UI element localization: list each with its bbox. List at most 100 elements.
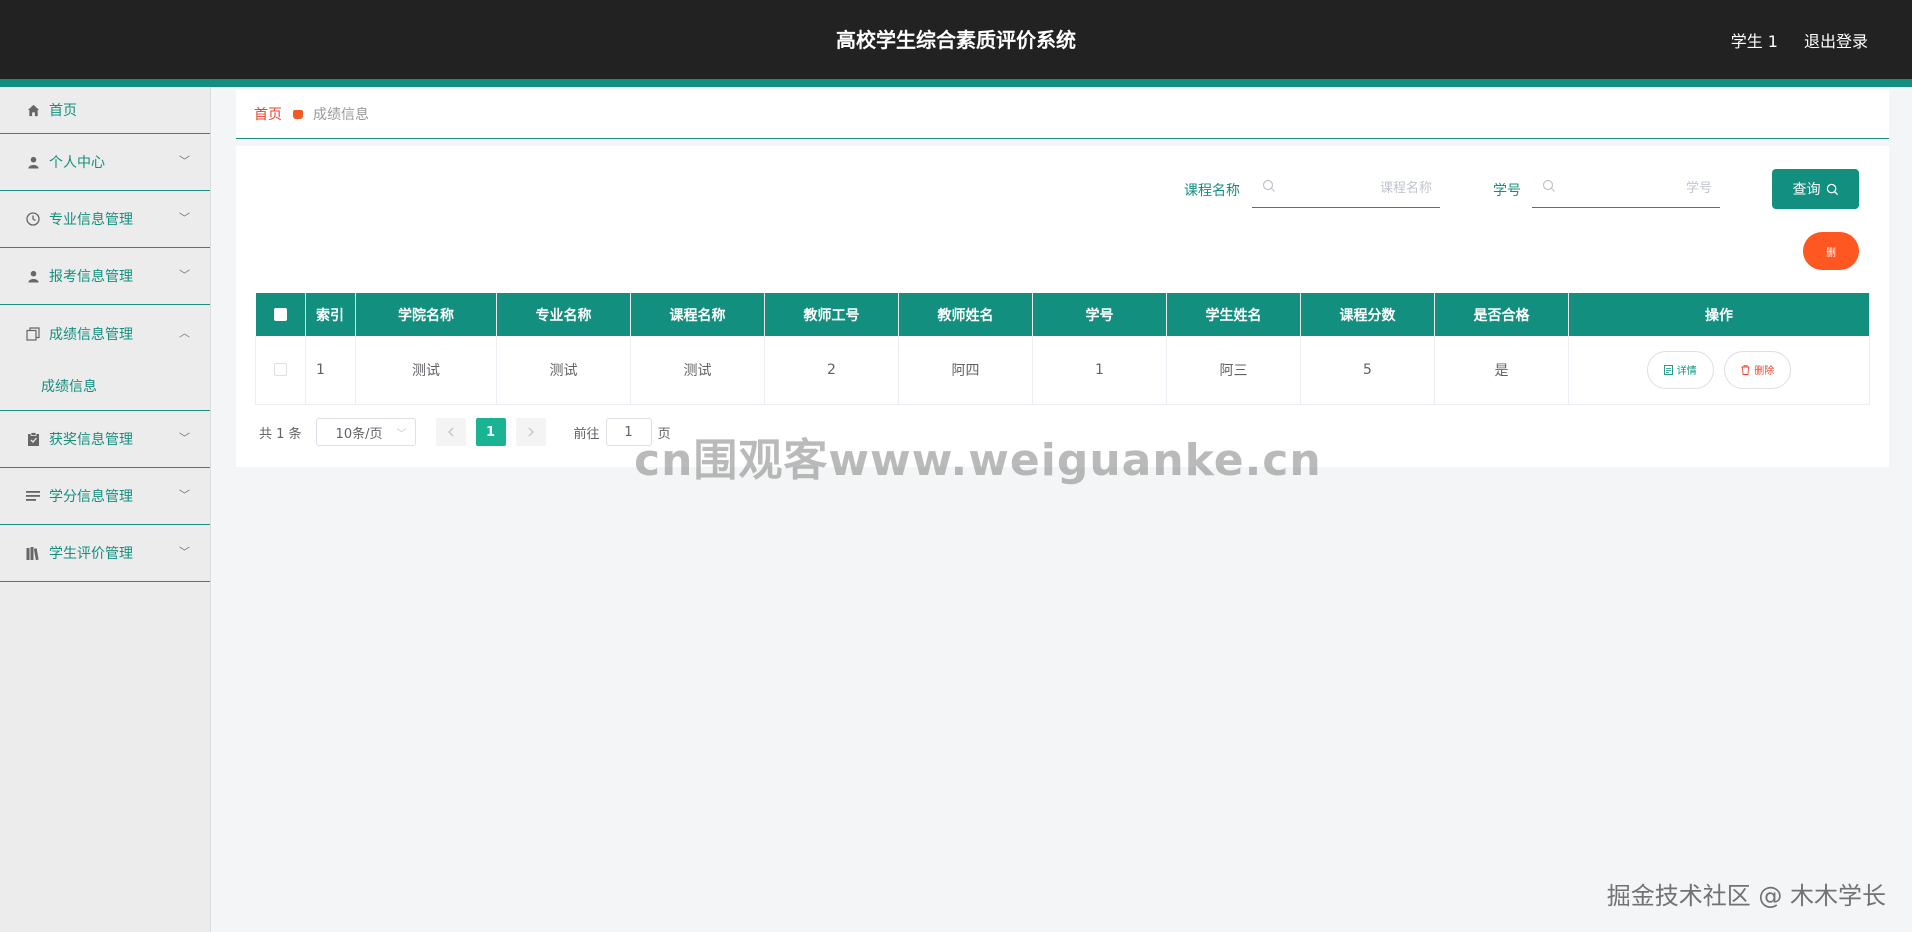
current-user-label: 学生 1 bbox=[1730, 32, 1778, 51]
cell-index: 1 bbox=[305, 336, 356, 405]
user-icon bbox=[26, 269, 40, 283]
sidebar-item-label: 学分信息管理 bbox=[49, 489, 133, 505]
chevron-up-icon: ︿ bbox=[179, 325, 190, 339]
trash-icon bbox=[1741, 365, 1750, 375]
top-header: 高校学生综合素质评价系统 学生 1 退出登录 bbox=[0, 0, 1912, 79]
next-page-button[interactable] bbox=[515, 418, 546, 446]
search-icon bbox=[1826, 183, 1838, 195]
sidebar-item-personal-center[interactable]: 个人中心 ﹀ bbox=[0, 134, 210, 191]
page-size-select[interactable]: 10条/页 ﹀ bbox=[315, 418, 416, 446]
cell-major: 测试 bbox=[496, 336, 631, 405]
column-header: 学号 bbox=[1032, 293, 1167, 336]
student-no-search-box bbox=[1532, 168, 1720, 208]
corner-watermark-text: 掘金技术社区 @ 木木学长 bbox=[1606, 882, 1886, 910]
cell-student-name: 阿三 bbox=[1166, 336, 1301, 405]
page-suffix: 页 bbox=[657, 426, 671, 442]
chevron-down-icon: ﹀ bbox=[179, 431, 190, 445]
home-icon bbox=[26, 103, 40, 117]
goto-page-input[interactable] bbox=[605, 418, 652, 446]
cell-course: 测试 bbox=[630, 336, 765, 405]
detail-button[interactable]: 详情 bbox=[1646, 350, 1714, 389]
student-no-label: 学号 bbox=[1493, 183, 1521, 199]
course-name-search-box bbox=[1252, 168, 1440, 208]
sidebar-item-home[interactable]: 首页 bbox=[0, 87, 210, 134]
breadcrumb-home-link[interactable]: 首页 bbox=[254, 104, 282, 124]
logout-link[interactable]: 退出登录 bbox=[1804, 28, 1868, 52]
cell-teacher-id: 2 bbox=[764, 336, 899, 405]
pagination-total: 共 1 条 bbox=[259, 426, 302, 442]
chevron-down-icon: ﹀ bbox=[179, 488, 190, 502]
sidebar-item-grade-info[interactable]: 成绩信息管理 ︿ bbox=[0, 305, 210, 362]
delete-button-label: 删除 bbox=[1754, 366, 1775, 378]
cell-teacher-name: 阿四 bbox=[898, 336, 1033, 405]
query-button-label: 查询 bbox=[1792, 182, 1821, 198]
chevron-down-icon: ﹀ bbox=[179, 154, 190, 168]
sidebar-item-label: 学生评价管理 bbox=[49, 546, 133, 562]
cell-score: 5 bbox=[1300, 336, 1435, 405]
search-icon bbox=[1542, 179, 1555, 192]
books-icon bbox=[26, 546, 40, 560]
student-no-input[interactable] bbox=[1592, 178, 1712, 198]
goto-label: 前往 bbox=[573, 426, 600, 442]
list-icon bbox=[26, 489, 40, 503]
detail-button-label: 详情 bbox=[1676, 366, 1697, 378]
delete-button[interactable]: 删除 bbox=[1724, 350, 1792, 389]
column-header: 学生姓名 bbox=[1166, 293, 1301, 336]
chevron-down-icon: ﹀ bbox=[179, 545, 190, 559]
document-icon bbox=[1663, 364, 1673, 375]
chevron-down-icon: ﹀ bbox=[396, 429, 407, 440]
sidebar-item-award-info[interactable]: 获奖信息管理 ﹀ bbox=[0, 411, 210, 468]
column-header: 教师姓名 bbox=[898, 293, 1033, 336]
table-header-row: 索引 学院名称 专业名称 课程名称 教师工号 教师姓名 学号 学生姓名 课程分数… bbox=[255, 293, 1870, 336]
header-accent-stripe bbox=[0, 79, 1912, 87]
column-header: 课程分数 bbox=[1300, 293, 1435, 336]
sidebar-item-credit-info[interactable]: 学分信息管理 ﹀ bbox=[0, 468, 210, 525]
breadcrumb: 首页 成绩信息 bbox=[236, 90, 1889, 139]
chevron-right-icon bbox=[528, 427, 534, 437]
page-size-value: 10条/页 bbox=[335, 426, 383, 442]
breadcrumb-separator-icon bbox=[293, 109, 303, 119]
prev-page-button[interactable] bbox=[435, 418, 466, 446]
page-number-button[interactable]: 1 bbox=[475, 418, 506, 446]
course-name-label: 课程名称 bbox=[1184, 183, 1240, 199]
column-header: 专业名称 bbox=[496, 293, 631, 336]
breadcrumb-current: 成绩信息 bbox=[313, 107, 369, 123]
cell-college: 测试 bbox=[355, 336, 497, 405]
column-header: 索引 bbox=[305, 293, 356, 336]
sidebar-subitem-grade-info[interactable]: 成绩信息 bbox=[0, 362, 210, 411]
cell-actions: 详情 删除 bbox=[1568, 336, 1870, 405]
grade-table: 索引 学院名称 专业名称 课程名称 教师工号 教师姓名 学号 学生姓名 课程分数… bbox=[255, 293, 1870, 405]
sidebar-item-major-info[interactable]: 专业信息管理 ﹀ bbox=[0, 191, 210, 248]
sidebar-item-label: 专业信息管理 bbox=[49, 212, 133, 228]
sidebar-item-label: 报考信息管理 bbox=[49, 269, 133, 285]
sidebar-item-label: 个人中心 bbox=[49, 155, 105, 171]
app-title: 高校学生综合素质评价系统 bbox=[836, 28, 1076, 52]
column-header: 学院名称 bbox=[355, 293, 497, 336]
select-all-checkbox[interactable] bbox=[273, 308, 287, 321]
sidebar-item-label: 成绩信息管理 bbox=[49, 326, 133, 343]
chevron-down-icon: ﹀ bbox=[179, 268, 190, 282]
cell-student-no: 1 bbox=[1032, 336, 1167, 405]
column-header: 教师工号 bbox=[764, 293, 899, 336]
course-name-input[interactable] bbox=[1312, 178, 1432, 198]
chevron-left-icon bbox=[447, 427, 454, 437]
query-button[interactable]: 查询 bbox=[1772, 169, 1859, 209]
clipboard-icon bbox=[26, 432, 40, 446]
row-select-cell bbox=[255, 336, 306, 405]
chevron-down-icon: ﹀ bbox=[179, 211, 190, 225]
sidebar-item-evaluation[interactable]: 学生评价管理 ﹀ bbox=[0, 525, 210, 582]
pagination: 共 1 条 10条/页 ﹀ 1 前往 页 bbox=[259, 418, 671, 446]
sidebar-item-exam-info[interactable]: 报考信息管理 ﹀ bbox=[0, 248, 210, 305]
table-row: 1 测试 测试 测试 2 阿四 1 阿三 5 是 详情 删除 bbox=[255, 336, 1870, 405]
batch-delete-button[interactable]: 删 bbox=[1803, 232, 1859, 270]
select-all-header bbox=[255, 293, 306, 336]
sidebar-item-label: 获奖信息管理 bbox=[49, 432, 133, 448]
search-icon bbox=[1262, 179, 1275, 192]
copy-icon bbox=[26, 326, 40, 341]
clock-icon bbox=[26, 212, 40, 226]
sidebar-item-label: 首页 bbox=[49, 103, 77, 119]
cell-passed: 是 bbox=[1434, 336, 1569, 405]
content-panel: 课程名称 学号 查询 删 索引 学院名称 专业名称 课程名称 教师工号 教师姓名 bbox=[236, 146, 1889, 467]
sidebar: 首页 个人中心 ﹀ 专业信息管理 ﹀ 报考信息管理 ﹀ 成绩信息管理 ︿ 成绩信… bbox=[0, 87, 211, 932]
row-checkbox[interactable] bbox=[274, 363, 287, 377]
